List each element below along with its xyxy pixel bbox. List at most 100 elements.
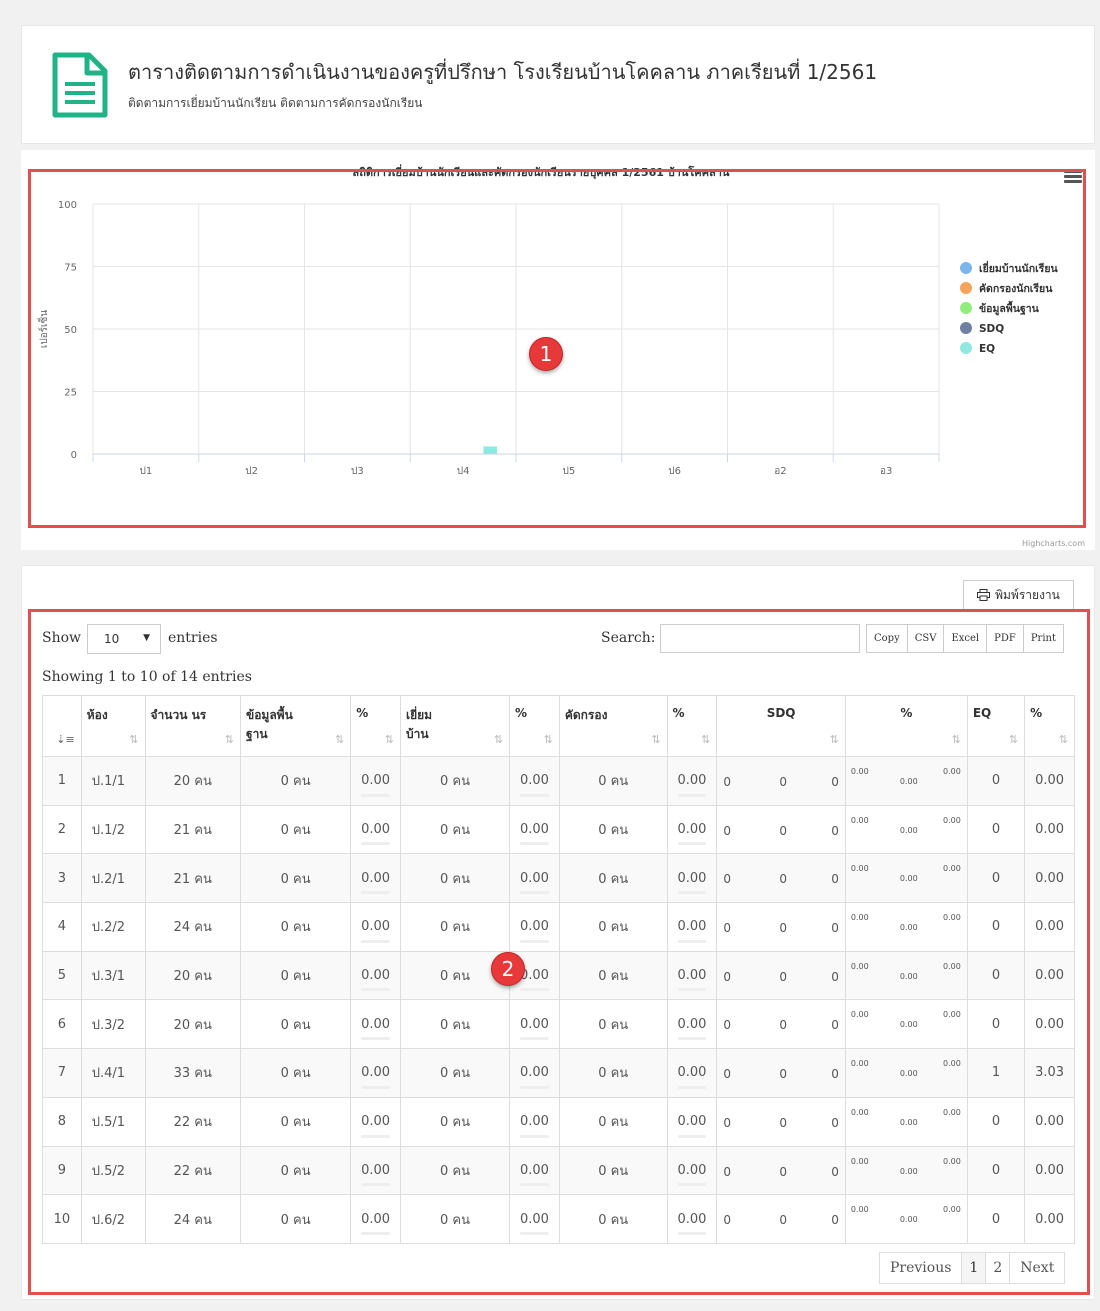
x-tick-label: ป3	[351, 466, 364, 477]
screening-cell: 0 คน	[558, 853, 668, 904]
col-header-no[interactable]: ⇣≡	[42, 695, 82, 757]
pct-value: 0.00	[361, 822, 391, 838]
search-label: Search:	[601, 630, 656, 646]
copy-button[interactable]: Copy	[867, 625, 908, 652]
legend-item: SDQ	[979, 323, 1004, 335]
sdq-value: 0	[779, 1115, 787, 1130]
room-cell: ป.1/1	[80, 756, 146, 806]
csv-button[interactable]: CSV	[907, 625, 945, 652]
row-number: 5	[42, 950, 82, 1001]
col-header-pct4[interactable]: % ⇅	[844, 695, 968, 757]
sdq-pct-value: 0.00	[899, 825, 918, 835]
screening-cell: 0 คน	[558, 999, 668, 1050]
student-count-cell: 24 คน	[144, 902, 241, 952]
sdq-pct-cell: 0.00 0.00 0.00	[844, 1048, 968, 1098]
excel-button[interactable]: Excel	[944, 625, 988, 652]
page-button-1[interactable]: 1	[962, 1253, 987, 1283]
page-title: ตารางติดตามการดำเนินงานของครูที่ปรึกษา โ…	[128, 60, 878, 84]
legend-marker	[960, 342, 972, 354]
pct-value: 0.00	[677, 1016, 707, 1032]
sdq-pct-value: 0.00	[899, 1166, 918, 1176]
previous-page-button[interactable]: Previous	[880, 1253, 963, 1283]
pct-value: 0.00	[361, 870, 391, 886]
pct-cell: 0.00	[350, 756, 401, 806]
y-tick-label: 75	[64, 263, 77, 274]
sdq-pct-cell: 0.00 0.00 0.00	[844, 1096, 968, 1147]
col-header-pct2[interactable]: % ⇅	[509, 695, 560, 757]
progress-bar	[677, 793, 707, 797]
sdq-pct-value: 0.00	[850, 864, 869, 874]
sdq-value: 0	[831, 1164, 839, 1179]
sdq-value: 0	[831, 1213, 839, 1228]
pct-cell: 0.00	[666, 756, 718, 806]
sort-icon: ⇅	[951, 733, 961, 746]
progress-bar	[520, 988, 549, 992]
pct-cell: 0.00	[666, 1048, 718, 1098]
col-header-label: %	[1030, 706, 1043, 720]
room-cell: ป.3/1	[80, 950, 146, 1001]
pct-cell: 0.00	[509, 804, 560, 855]
col-header-basic[interactable]: ข้อมูลพื้น ฐาน ⇅	[239, 695, 352, 757]
pct-cell: 0.00	[350, 902, 401, 952]
pct-value: 0.00	[361, 1114, 391, 1130]
eq-pct-cell: 0.00	[1024, 1194, 1075, 1244]
chart-menu-icon[interactable]	[1064, 170, 1082, 184]
col-header-visit[interactable]: เยี่ยม บ้าน ⇅	[399, 695, 511, 757]
sdq-value: 0	[831, 921, 839, 936]
pct-value: 0.00	[361, 968, 391, 984]
pct-value: 0.00	[519, 1114, 549, 1130]
col-header-pct5[interactable]: % ⇅	[1024, 695, 1075, 757]
col-header-sdq[interactable]: SDQ ⇅	[716, 695, 846, 757]
sdq-pct-value: 0.00	[899, 1020, 918, 1030]
col-header-count[interactable]: จำนวน นร ⇅	[144, 695, 241, 757]
pct-value: 0.00	[519, 1211, 549, 1227]
entries-select[interactable]: 10 ▼	[87, 624, 161, 654]
col-header-pct1[interactable]: % ⇅	[350, 695, 401, 757]
sdq-value: 0	[779, 1164, 787, 1179]
pct-value: 0.00	[677, 870, 707, 886]
col-header-screen[interactable]: คัดกรอง ⇅	[558, 695, 668, 757]
basic-info-cell: 0 คน	[239, 756, 352, 806]
eq-pct-cell: 0.00	[1024, 1096, 1075, 1147]
entries-label: entries	[168, 630, 218, 646]
sdq-value: 0	[779, 1067, 787, 1082]
sdq-pct-value: 0.00	[943, 1059, 961, 1069]
room-cell: ป.4/1	[80, 1048, 146, 1098]
col-header-label: EQ	[972, 706, 992, 720]
x-tick-label: ป6	[668, 466, 681, 477]
sdq-value: 0	[831, 775, 839, 789]
student-count-cell: 20 คน	[144, 999, 241, 1050]
next-page-button[interactable]: Next	[1010, 1253, 1064, 1283]
eq-cell: 0	[966, 1145, 1026, 1196]
progress-bar	[361, 1231, 390, 1235]
header-card: ตารางติดตามการดำเนินงานของครูที่ปรึกษา โ…	[21, 25, 1095, 144]
eq-cell: 0	[966, 804, 1026, 855]
pct-value: 0.00	[677, 773, 707, 789]
sdq-pct-value: 0.00	[899, 971, 918, 981]
pdf-button[interactable]: PDF	[987, 625, 1024, 652]
col-header-label: %	[900, 706, 913, 720]
pct-value: 0.00	[361, 1065, 391, 1081]
sort-icon: ⇅	[493, 733, 504, 746]
legend-item: ข้อมูลพื้นฐาน	[979, 300, 1040, 316]
col-header-pct3[interactable]: % ⇅	[666, 695, 718, 757]
progress-bar	[677, 1037, 707, 1041]
sdq-cell: 0 0 0	[716, 902, 846, 952]
pct-value: 0.00	[677, 1211, 707, 1227]
pct-value: 0.00	[519, 773, 549, 789]
basic-info-cell: 0 คน	[239, 853, 352, 904]
print-report-button[interactable]: พิมพ์รายงาน	[963, 580, 1074, 610]
col-header-eq[interactable]: EQ ⇅	[966, 695, 1026, 757]
col-header-room[interactable]: ห้อง ⇅	[80, 695, 146, 757]
print-button[interactable]: Print	[1023, 625, 1063, 652]
chart-credits[interactable]: Highcharts.com	[1022, 539, 1085, 548]
pct-cell: 0.00	[666, 1194, 718, 1244]
search-input[interactable]	[660, 624, 860, 653]
eq-pct-cell: 0.00	[1024, 950, 1075, 1001]
table-row: 8 ป.5/1 22 คน 0 คน 0.00 0 คน 0.00 0 คน 0.00 0 0 0 0.…	[42, 1096, 1075, 1147]
sdq-value: 0	[831, 872, 839, 887]
progress-bar	[677, 1134, 707, 1138]
progress-bar	[677, 1085, 707, 1089]
page-button-2[interactable]: 2	[986, 1253, 1011, 1283]
eq-cell: 0	[966, 756, 1026, 806]
